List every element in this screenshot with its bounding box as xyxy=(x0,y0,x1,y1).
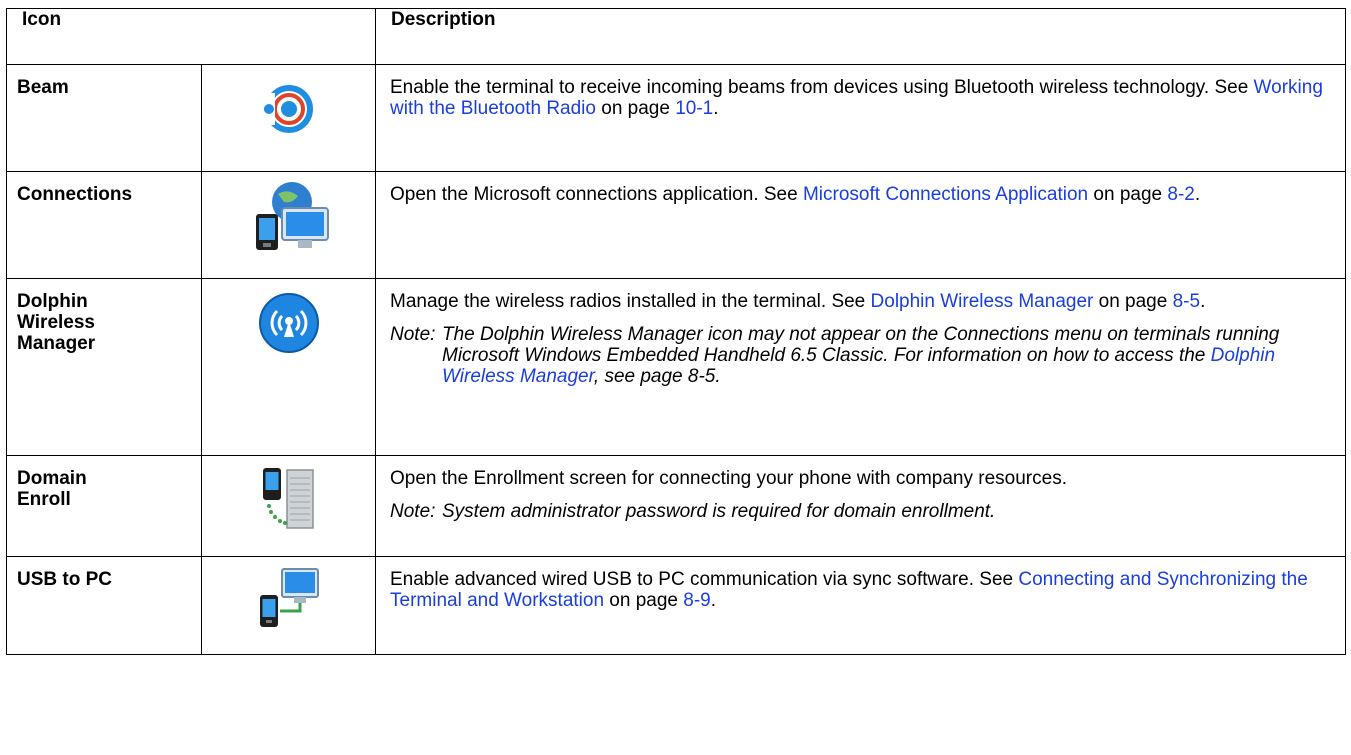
note: Note: System administrator password is r… xyxy=(390,501,996,522)
beam-icon xyxy=(263,85,313,133)
link-page-8-2[interactable]: 8-2 xyxy=(1167,184,1194,205)
row-description: Enable the terminal to receive incoming … xyxy=(390,77,1323,119)
row-description: Open the Microsoft connections applicati… xyxy=(390,184,1201,205)
usb-to-pc-icon xyxy=(259,568,319,627)
row-description: Manage the wireless radios installed in … xyxy=(390,291,1206,312)
table-header-row: Icon Description xyxy=(6,8,1346,65)
link-page-8-9[interactable]: 8-9 xyxy=(683,590,710,611)
row-name: Connections xyxy=(6,171,202,279)
wireless-manager-icon xyxy=(258,293,319,353)
link-connections-application[interactable]: Microsoft Connections Application xyxy=(803,184,1088,205)
link-page-10-1[interactable]: 10-1 xyxy=(675,98,713,119)
header-description: Description xyxy=(375,8,1346,65)
row-description: Enable advanced wired USB to PC communic… xyxy=(390,569,1308,611)
connections-icon xyxy=(255,182,329,250)
row-name: Domain Enroll xyxy=(6,455,202,557)
row-name: USB to PC xyxy=(6,556,202,655)
row-name: Dolphin Wireless Manager xyxy=(6,278,202,456)
table-row: Beam Enable the terminal to receive inco… xyxy=(6,64,1346,172)
row-name: Beam xyxy=(6,64,202,172)
note: Note: The Dolphin Wireless Manager icon … xyxy=(390,324,1280,387)
table-row: Domain Enroll Open the Enrollment screen… xyxy=(6,455,1346,557)
link-dolphin-wireless-manager[interactable]: Dolphin Wireless Manager xyxy=(871,291,1094,312)
row-description: Open the Enrollment screen for connectin… xyxy=(390,468,1067,489)
domain-enroll-icon xyxy=(262,468,314,529)
table-row: Dolphin Wireless Manager Manage the wire… xyxy=(6,278,1346,456)
link-page-8-5[interactable]: 8-5 xyxy=(1173,291,1200,312)
table-row: Connections Open the Microsoft connectio… xyxy=(6,171,1346,279)
header-icon: Icon xyxy=(6,8,376,65)
table-row: USB to PC Enable advanced wired USB to P… xyxy=(6,556,1346,655)
icon-description-table: Icon Description Beam Enable the termina… xyxy=(6,8,1346,655)
